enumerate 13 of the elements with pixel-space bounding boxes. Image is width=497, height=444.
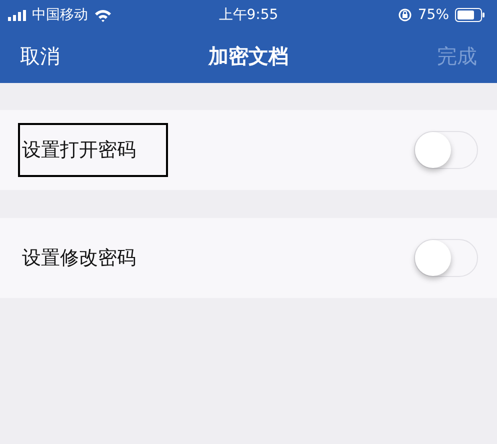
setting-label: 设置打开密码 [18, 123, 168, 177]
rotation-lock-icon [398, 8, 412, 22]
battery-percent: 75% [418, 7, 449, 23]
setting-label: 设置修改密码 [21, 246, 137, 271]
wifi-icon [94, 8, 112, 22]
battery-icon [455, 8, 485, 22]
cancel-button[interactable]: 取消 [20, 43, 60, 70]
toggle-switch[interactable] [414, 239, 478, 277]
carrier-name: 中国移动 [32, 6, 88, 24]
toggle-switch[interactable] [414, 131, 478, 169]
clock-time: 上午9:55 [218, 6, 280, 24]
signal-icon [8, 10, 26, 20]
screen-title: 加密文档 [208, 43, 288, 70]
